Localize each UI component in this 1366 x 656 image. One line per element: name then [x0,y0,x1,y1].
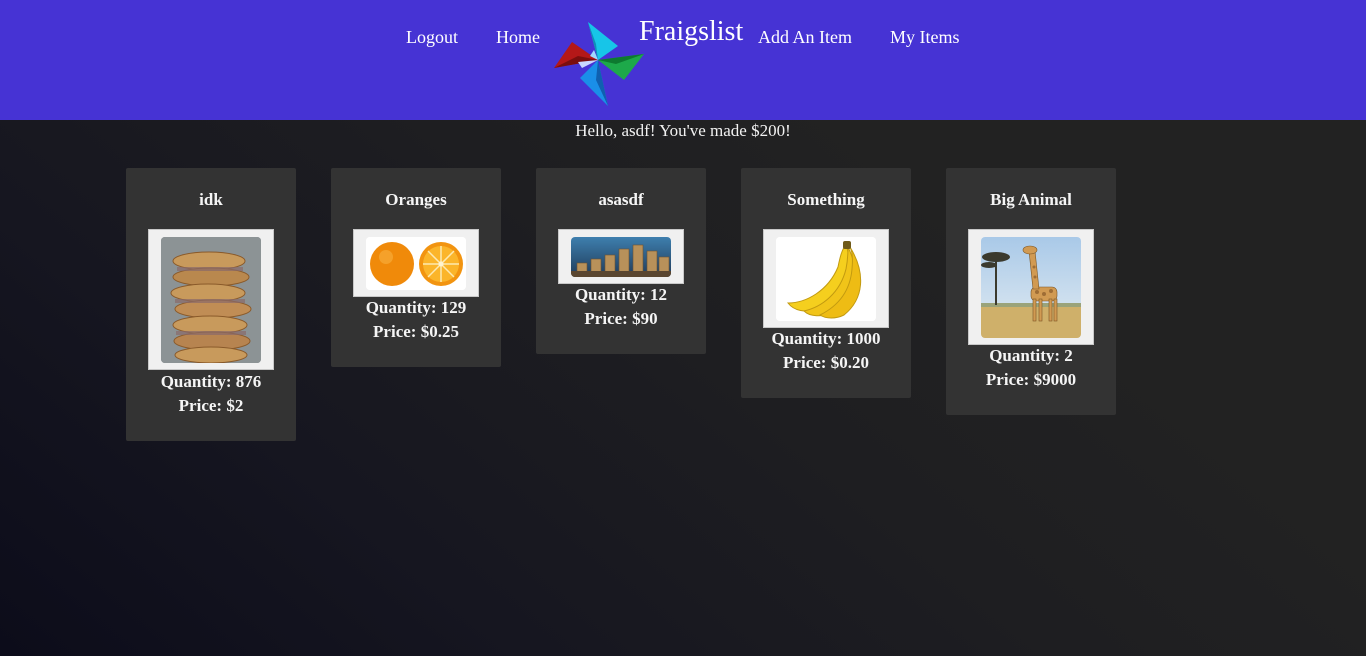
item-price: Price: $0.20 [783,353,869,372]
item-image-frame [968,229,1094,345]
item-quantity: Quantity: 1000 [771,329,881,348]
item-price: Price: $0.25 [373,322,459,341]
item-card[interactable]: Big Animal Quantity: 2 Price: $9000 [946,168,1116,415]
item-image-frame [763,229,889,328]
item-card[interactable]: Something Quantity: 1000 Price: $0.20 [741,168,911,398]
nav-add-item-link[interactable]: Add An Item [758,27,852,48]
item-image-frame [353,229,479,297]
item-image-frame [558,229,684,284]
item-title: idk [199,190,223,209]
item-title: Something [787,190,865,209]
item-card[interactable]: asasdf Quantity: 12 Price: $90 [536,168,706,354]
nav-logout-link[interactable]: Logout [406,27,458,48]
nav-home-link[interactable]: Home [496,27,540,48]
item-title: Oranges [385,190,447,209]
brand-title[interactable]: Fraigslist [639,16,743,48]
giraffe-image [981,237,1081,338]
item-title: Big Animal [990,190,1072,209]
item-price: Price: $2 [178,396,244,415]
bananas-image [776,237,876,321]
site-header: Logout Home Fraigslist Add An Item My It… [0,0,1366,120]
item-quantity: Quantity: 129 [365,298,467,317]
coin-stacks-image [571,237,671,277]
nav-my-items-link[interactable]: My Items [890,27,960,48]
greeting-message: Hello, asdf! You've made $200! [575,121,791,140]
item-quantity: Quantity: 12 [574,285,668,304]
item-title: asasdf [598,190,644,209]
pinwheel-logo-icon[interactable] [546,10,650,110]
item-price: Price: $90 [584,309,658,328]
item-card[interactable]: idk Quantity: 876 Price: $2 [126,168,296,441]
oranges-image [366,237,466,290]
item-quantity: Quantity: 876 [160,372,262,391]
item-card[interactable]: Oranges Quantity: 129 Price: $0.25 [331,168,501,367]
item-price: Price: $9000 [985,370,1077,389]
item-image-frame [148,229,274,370]
item-quantity: Quantity: 2 [989,346,1073,365]
stacked-cookies-image [161,237,261,363]
